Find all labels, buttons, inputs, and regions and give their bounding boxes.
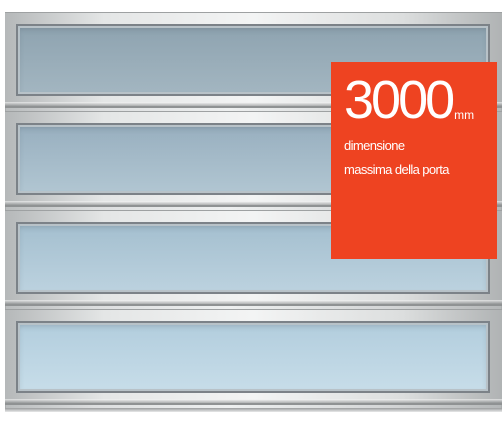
size-caption: dimensione massima della porta bbox=[344, 134, 497, 182]
caption-line-2: massima della porta bbox=[344, 162, 450, 178]
floor-shadow bbox=[5, 408, 502, 412]
product-image: 3000 mm dimensione massima della porta bbox=[0, 0, 503, 421]
max-size-badge: 3000 mm dimensione massima della porta bbox=[331, 62, 497, 259]
door-section-4 bbox=[5, 309, 502, 405]
size-number: 3000 bbox=[344, 70, 455, 130]
caption-line-1: dimensione bbox=[344, 138, 405, 154]
max-size-value: 3000 mm bbox=[344, 70, 497, 130]
size-unit: mm bbox=[454, 108, 475, 123]
glass-panel-4 bbox=[16, 321, 490, 393]
